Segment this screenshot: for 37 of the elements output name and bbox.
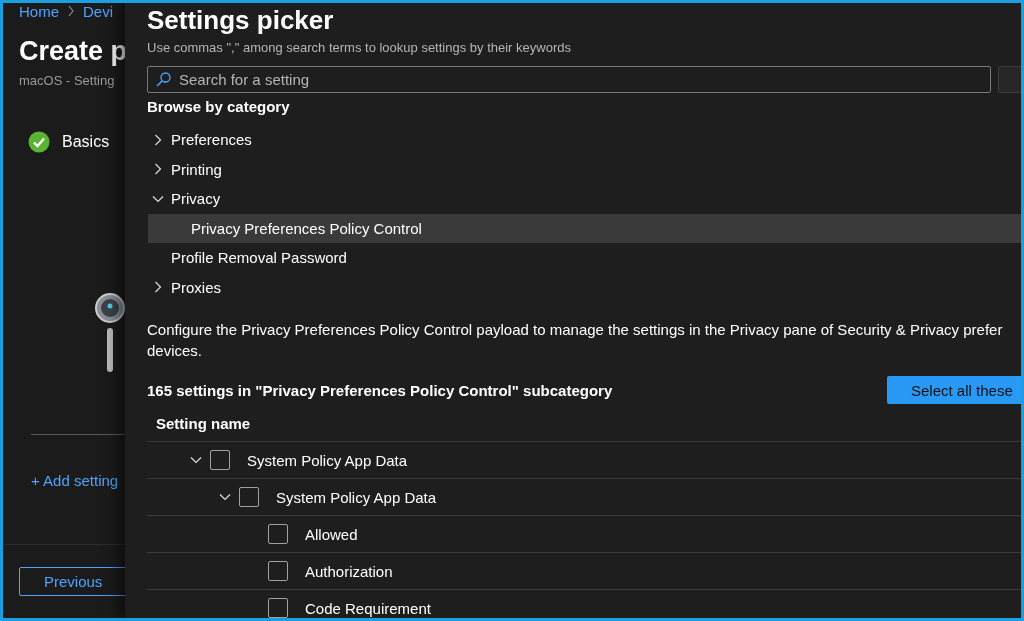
setting-name: Allowed bbox=[305, 525, 358, 543]
checkbox[interactable] bbox=[268, 524, 288, 544]
checkbox[interactable] bbox=[210, 450, 230, 470]
select-all-button[interactable]: Select all these bbox=[887, 376, 1021, 404]
step-label: Basics bbox=[62, 133, 110, 151]
checkbox[interactable] bbox=[268, 598, 288, 618]
breadcrumb-link[interactable]: Home bbox=[19, 3, 59, 20]
setting-name: Code Requirement bbox=[305, 599, 431, 617]
chevron-right-icon[interactable] bbox=[152, 133, 164, 146]
chevron-right-icon[interactable] bbox=[152, 281, 164, 294]
checkbox[interactable] bbox=[239, 487, 259, 507]
category-item[interactable]: Privacy Preferences Policy Control bbox=[148, 213, 1021, 243]
setting-name: Authorization bbox=[305, 562, 393, 580]
page-subtitle: macOS - Setting bbox=[18, 72, 116, 88]
category-description: Configure the Privacy Preferences Policy Control payload to manage the settings in the Privacy pane of Security & Privacy prefer devices. bbox=[147, 320, 1004, 361]
chevron-right-icon[interactable] bbox=[152, 163, 164, 176]
panel-title: Settings picker bbox=[147, 4, 335, 37]
add-setting-link[interactable]: + Add setting bbox=[3, 435, 125, 489]
search-input[interactable]: Search for a setting bbox=[177, 70, 990, 89]
setting-name: System Policy App Data bbox=[276, 488, 437, 506]
category-item[interactable]: Printing bbox=[148, 154, 1021, 184]
settings-count: 165 settings in "Privacy Preferences Policy Control" subcategory bbox=[147, 381, 613, 399]
category-item[interactable]: Profile Removal Password bbox=[148, 243, 1021, 273]
category-item[interactable]: Privacy bbox=[148, 184, 1021, 214]
column-header: Setting name bbox=[147, 404, 1021, 442]
checkbox[interactable] bbox=[268, 561, 288, 581]
setting-name: System Policy App Data bbox=[247, 451, 408, 469]
category-item[interactable]: Proxies bbox=[148, 272, 1021, 302]
category-item[interactable]: Preferences bbox=[148, 125, 1021, 155]
breadcrumb-link[interactable]: Devi bbox=[83, 3, 114, 20]
search-hint: Use commas "," among search terms to lookup settings by their keywords bbox=[147, 40, 572, 55]
chevron-down-icon[interactable] bbox=[218, 491, 231, 503]
chevron-right-icon bbox=[67, 5, 75, 17]
section-heading: Browse by category bbox=[147, 98, 291, 115]
chevron-down-icon[interactable] bbox=[189, 454, 202, 466]
search-field[interactable]: Search for a setting bbox=[147, 66, 991, 93]
search-icon bbox=[156, 72, 171, 87]
